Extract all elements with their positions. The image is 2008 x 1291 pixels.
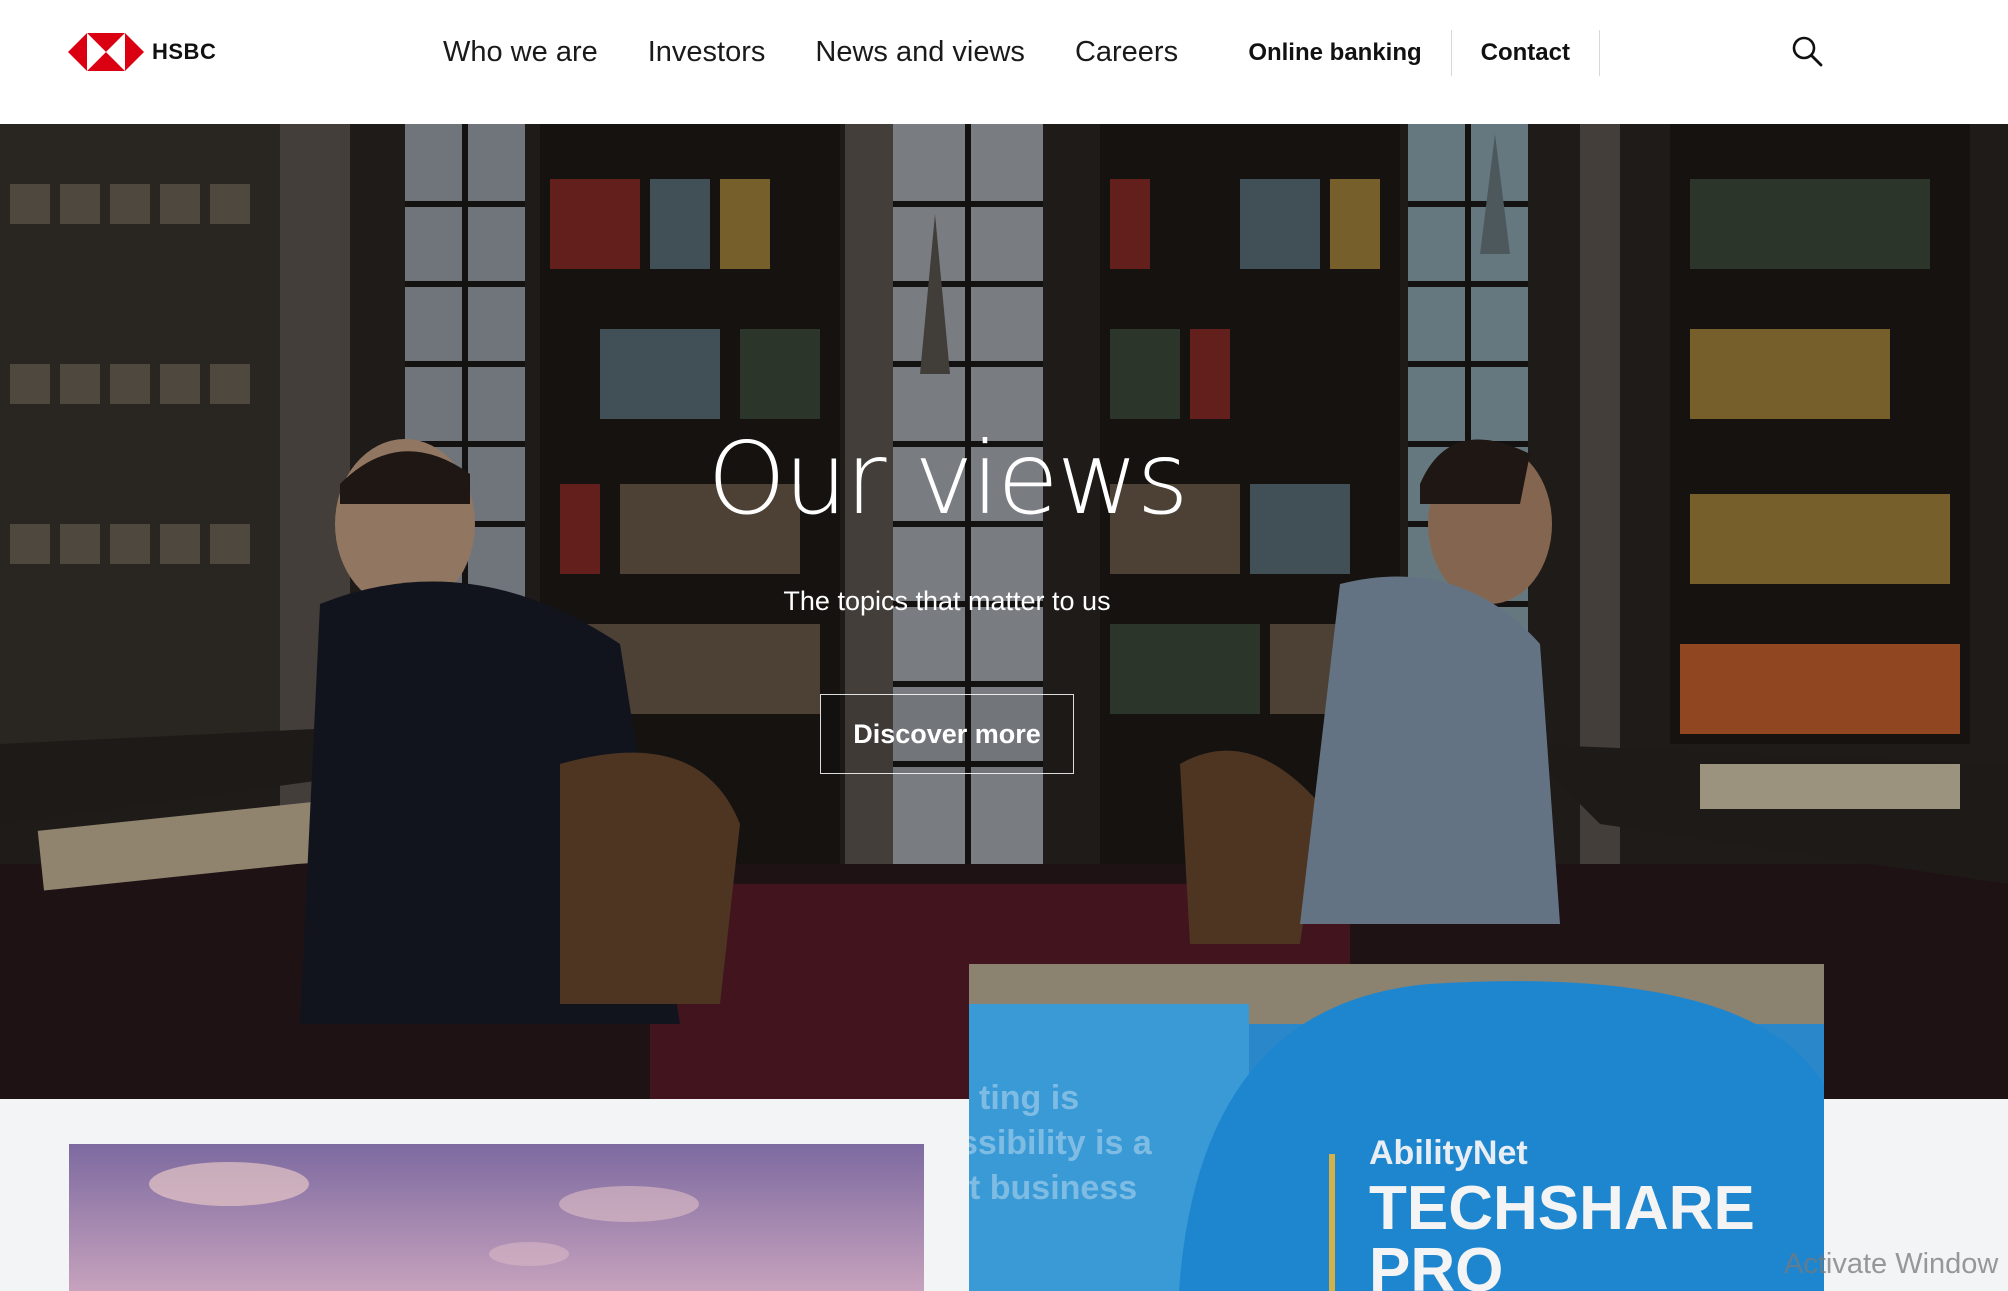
online-banking-link[interactable]: Online banking [1219, 30, 1450, 76]
nav-item-who-we-are[interactable]: Who we are [443, 32, 598, 72]
brand-name: HSBC [152, 39, 217, 64]
shirt-text-pro: PRO [1369, 1236, 1503, 1291]
search-icon [1792, 36, 1823, 67]
background-text-line3: t business [969, 1169, 1137, 1207]
utility-nav: Online banking Contact [1219, 30, 1600, 76]
divider [1599, 30, 1600, 76]
nav-item-investors[interactable]: Investors [648, 32, 766, 72]
hero-subtitle: The topics that matter to us [783, 586, 1111, 616]
contact-link[interactable]: Contact [1452, 30, 1599, 76]
shirt-text-abilitynet: AbilityNet [1369, 1134, 1528, 1172]
nav-item-news-and-views[interactable]: News and views [815, 32, 1025, 72]
background-text-line2: ssibility is a [969, 1124, 1153, 1162]
site-header: HSBC Who we are Investors News and views… [0, 0, 2008, 124]
feature-card-sky[interactable] [69, 1144, 924, 1291]
hsbc-hexagon-icon [68, 33, 144, 71]
hero-title: Our views [707, 420, 1188, 537]
hero-banner: Our views The topics that matter to us D… [0, 124, 2008, 1099]
search-button[interactable] [1790, 34, 1824, 68]
discover-more-button[interactable]: Discover more [820, 694, 1074, 774]
background-text-line1: ting is [979, 1079, 1079, 1117]
hsbc-logo[interactable]: HSBC [68, 33, 216, 71]
main-nav: Who we are Investors News and views Care… [443, 32, 1178, 72]
feature-card-techshare[interactable]: ting is ssibility is a t business Abilit… [969, 964, 1824, 1291]
techshare-image: ting is ssibility is a t business Abilit… [969, 964, 1824, 1291]
nav-item-careers[interactable]: Careers [1075, 32, 1178, 72]
shirt-text-techshare: TECHSHARE [1369, 1174, 1755, 1243]
sky-image [69, 1144, 924, 1291]
activate-windows-watermark: Activate Window [1784, 1248, 1999, 1280]
